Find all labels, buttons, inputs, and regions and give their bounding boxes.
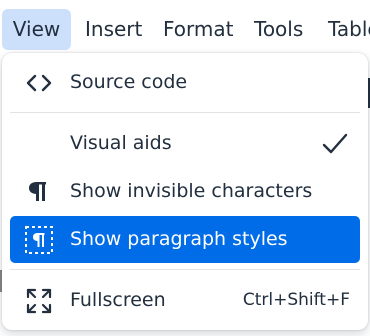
fullscreen-icon (26, 288, 52, 314)
pilcrow-icon (29, 182, 46, 201)
menu-item-label: Show invisible characters (70, 180, 313, 202)
menu-view[interactable]: View (2, 9, 71, 50)
paragraph-styles-icon (25, 226, 53, 254)
menu-item-show-paragraph-styles[interactable]: Show paragraph styles (10, 216, 360, 263)
menu-item-label: Show paragraph styles (70, 228, 288, 250)
menu-separator (10, 269, 360, 270)
menu-item-visual-aids[interactable]: Visual aids (10, 120, 360, 167)
menu-item-show-invisible-characters[interactable]: Show invisible characters (10, 168, 360, 215)
menu-item-fullscreen[interactable]: Fullscreen Ctrl+Shift+F (10, 277, 360, 324)
source-code-icon (26, 74, 52, 92)
menu-format[interactable]: Format (163, 9, 233, 50)
keyboard-shortcut: Ctrl+Shift+F (242, 290, 350, 310)
menu-item-label: Visual aids (70, 132, 172, 154)
checkmark-icon (322, 133, 348, 154)
view-dropdown-menu: Source code Visual aids Show invisible c… (2, 53, 368, 330)
menu-item-label: Source code (70, 71, 188, 93)
menu-tools[interactable]: Tools (254, 9, 303, 50)
menu-insert[interactable]: Insert (85, 9, 142, 50)
editor-window: View Insert Format Tools Table Source co… (0, 0, 370, 336)
menu-separator (10, 112, 360, 113)
menubar: View Insert Format Tools Table (0, 0, 370, 58)
menu-item-source-code[interactable]: Source code (10, 59, 360, 106)
menu-item-label: Fullscreen (70, 289, 166, 311)
menu-table[interactable]: Table (328, 9, 370, 50)
